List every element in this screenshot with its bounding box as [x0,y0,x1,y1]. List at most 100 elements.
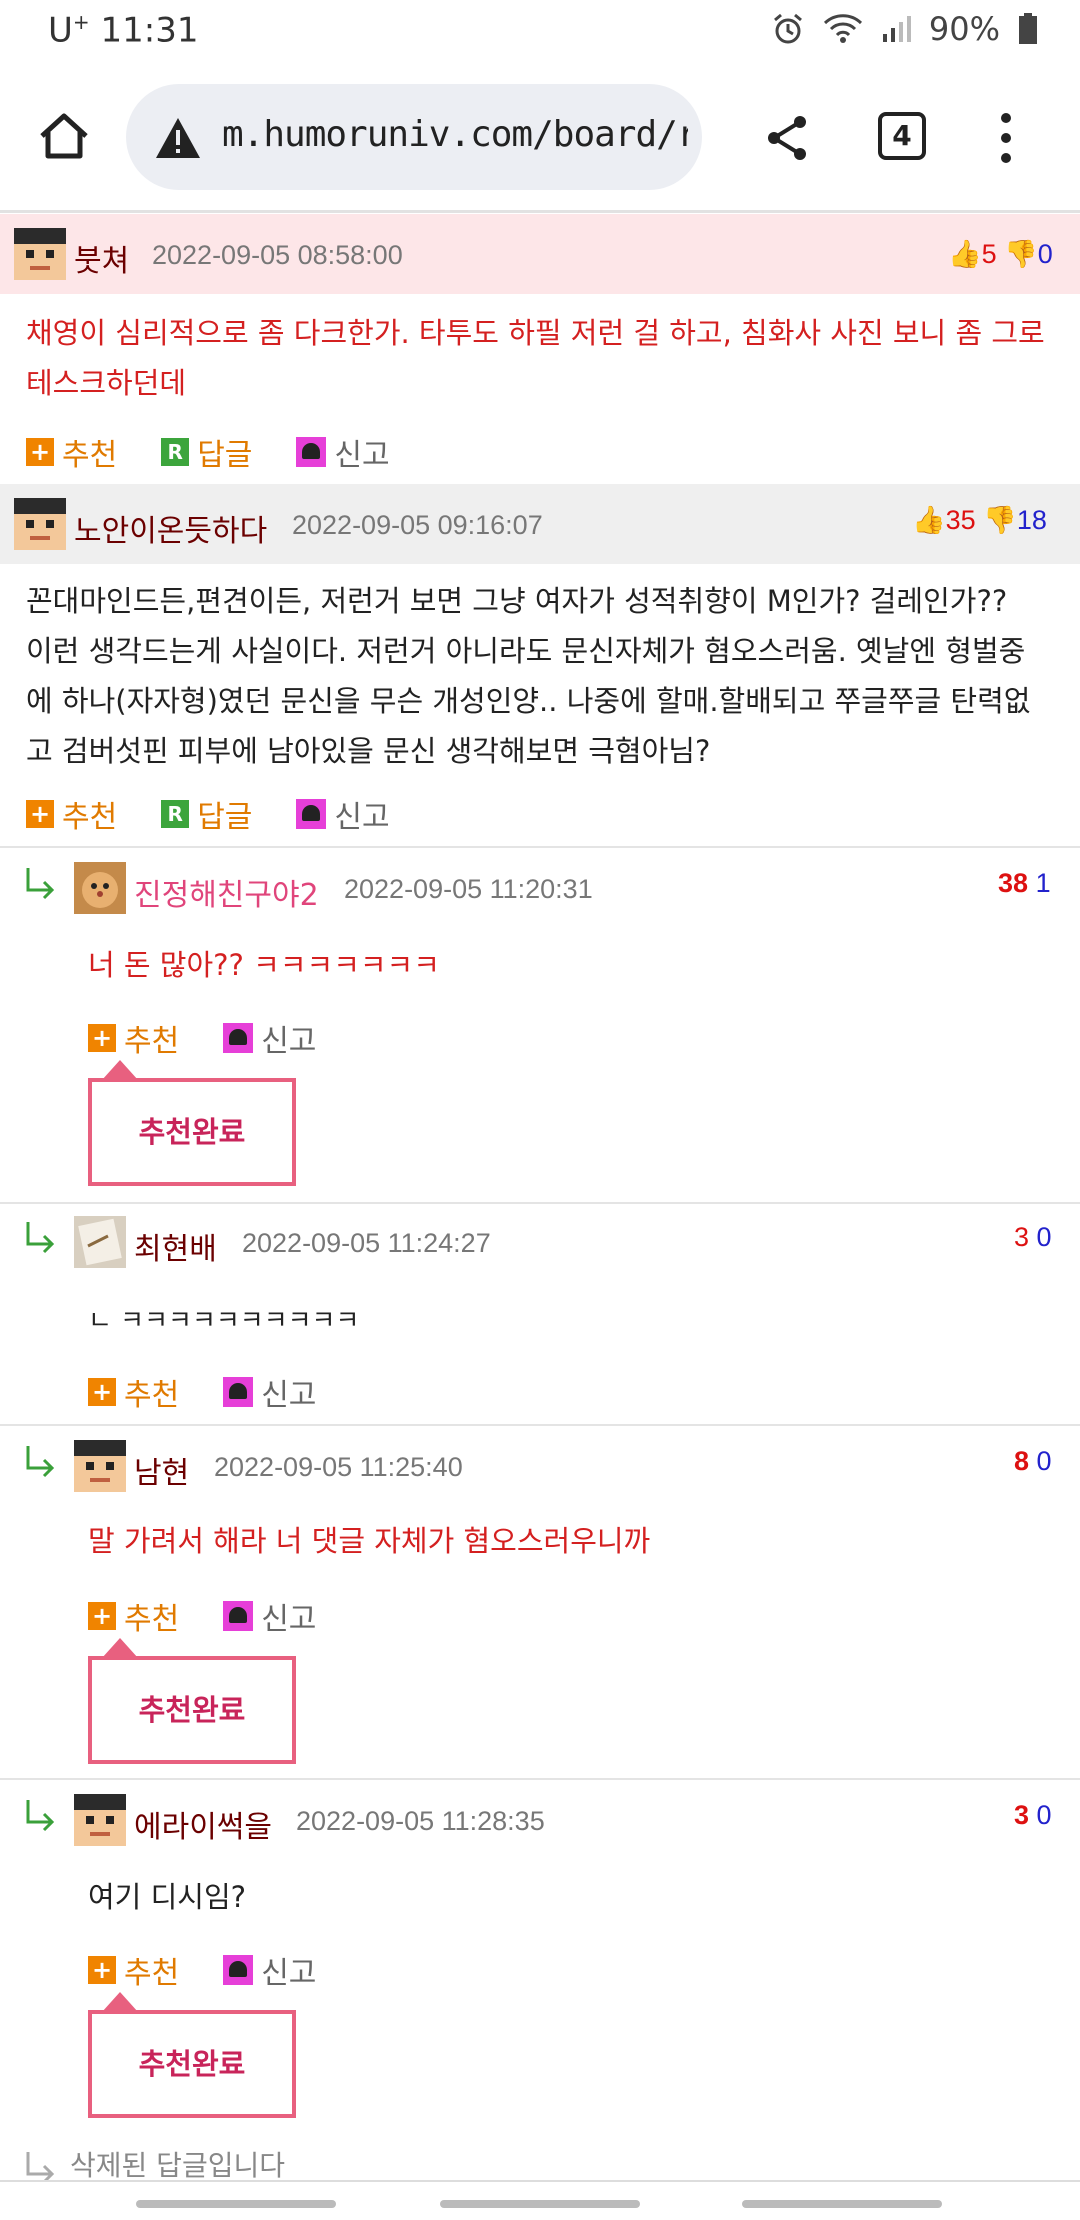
recommend-done-popup: 추천완료 [88,1992,296,2118]
separator [0,1202,1080,1204]
nav-pill[interactable] [440,2200,640,2208]
more-icon[interactable] [996,110,1016,166]
vote-counts: 3 0 [1014,1800,1052,1831]
comment-actions: + 추천 R 답글 신고 [26,430,434,474]
reply-author[interactable]: 최현배 [134,1224,217,1268]
plus-icon: + [88,1602,116,1630]
home-icon[interactable] [36,108,92,164]
report-button[interactable]: 신고 [223,1370,316,1414]
tabs-icon[interactable]: 4 [878,112,926,160]
siren-icon [223,1601,254,1631]
reply-date: 2022-09-05 11:25:40 [214,1452,463,1482]
thumbs-up-icon[interactable]: 👍 [912,505,946,535]
status-bar: U+ 11:31 90% [0,0,1080,62]
plus-icon: + [26,438,54,466]
recommend-button[interactable]: + 추천 [88,1948,179,1992]
recommend-button[interactable]: + 추천 [88,1016,179,1060]
share-icon[interactable] [764,114,812,162]
reply-date: 2022-09-05 11:28:35 [296,1806,545,1836]
upvote-count: 38 [998,868,1029,898]
signal-icon [881,14,911,44]
reply-author[interactable]: 진정해친구야2 [134,870,319,914]
downvote-count: 0 [1036,1222,1052,1252]
downvote-count: 0 [1036,1446,1052,1476]
reply-author[interactable]: 남현 [134,1448,189,1492]
report-button[interactable]: 신고 [223,1016,316,1060]
thumbs-up-icon[interactable]: 👍 [948,239,982,269]
comment-line: 꼰대마인드든,편견이든, 저런거 보면 그냥 여자가 성적취향이 M인가? 걸레… [26,584,1008,618]
upvote-count: 8 [1014,1446,1030,1476]
thumbs-down-icon[interactable]: 👎 [1004,239,1038,269]
avatar[interactable] [74,1440,126,1492]
upvote-count: 3 [1014,1800,1030,1830]
recommend-label: 추천 [124,1024,180,1059]
report-label: 신고 [334,800,390,835]
avatar[interactable] [74,862,126,914]
reply-author[interactable]: 에라이썩을 [134,1802,272,1846]
avatar[interactable] [74,1216,126,1268]
comment-line: 이런 생각드는게 사실이다. 저런거 아니라도 문신자체가 혐오스러움. 옛날엔… [26,634,1026,668]
upvote-count: 35 [945,505,976,535]
report-label: 신고 [261,1024,317,1059]
avatar[interactable] [14,498,66,550]
recommend-done-label: 추천완료 [138,2047,246,2081]
reply-button[interactable]: R 답글 [161,792,252,836]
reply-icon: R [161,438,190,466]
url-text[interactable]: m.humoruniv.com/board/re [222,114,688,155]
reply-icon: R [161,800,190,828]
reply-arrow-icon [24,1444,58,1478]
nav-pill[interactable] [136,2200,336,2208]
reply-arrow-icon [24,866,58,900]
plus-icon: + [26,800,54,828]
recommend-label: 추천 [62,438,118,473]
siren-icon [223,1023,254,1053]
reply-arrow-icon [24,1798,58,1832]
address-bar[interactable]: m.humoruniv.com/board/re [126,84,702,190]
warning-icon[interactable] [154,116,202,160]
recommend-button[interactable]: + 추천 [26,430,117,474]
avatar[interactable] [74,1794,126,1846]
recommend-done-label: 추천완료 [138,1115,246,1149]
reply-body: 말 가려서 해라 너 댓글 자체가 혐오스러우니까 [88,1524,651,1558]
report-button[interactable]: 신고 [223,1594,316,1638]
status-right: 90% [771,10,1038,48]
comment-actions: + 추천 R 답글 신고 [26,792,434,836]
reply-button[interactable]: R 답글 [161,430,252,474]
reply-body: 너 돈 많아?? ㅋㅋㅋㅋㅋㅋㅋ [88,948,440,982]
recommend-button[interactable]: + 추천 [26,792,117,836]
upvote-count: 5 [981,239,997,269]
siren-icon [296,799,327,829]
wifi-icon [823,13,863,45]
clock: 11:31 [100,10,199,51]
carrier: U [48,10,73,51]
vote-counts: 38 1 [998,868,1051,899]
report-button[interactable]: 신고 [296,792,390,836]
comment-author[interactable]: 붓쳐 [74,236,129,280]
comment-header: 붓쳐 2022-09-05 08:58:00 👍5 👎0 [0,214,1080,294]
reply-date: 2022-09-05 11:20:31 [344,874,593,904]
vote-counts: 👍35 👎18 [912,504,1047,536]
report-button[interactable]: 신고 [296,430,390,474]
status-left: U+ 11:31 [48,10,198,50]
recommend-button[interactable]: + 추천 [88,1594,179,1638]
report-button[interactable]: 신고 [223,1948,316,1992]
battery-percent: 90% [928,10,1000,48]
downvote-count: 0 [1037,239,1053,269]
downvote-count: 1 [1035,868,1051,898]
comment-line: 에 하나(자자형)였던 문신을 무슨 개성인양.. 나중에 할매.할배되고 쭈글… [26,684,1031,718]
vote-counts: 3 0 [1014,1222,1052,1253]
reply-actions: + 추천 신고 [88,1948,360,1992]
comment-header: 노안이온듯하다 2022-09-05 09:16:07 👍35 👎18 [0,484,1080,564]
comment-author[interactable]: 노안이온듯하다 [74,506,267,550]
reply-actions: + 추천 신고 [88,1594,360,1638]
reply-body: ㄴ ㅋㅋㅋㅋㅋㅋㅋㅋㅋㅋ [88,1306,360,1336]
comment-date: 2022-09-05 09:16:07 [292,510,543,540]
avatar[interactable] [14,228,66,280]
reply-arrow-icon [24,1220,58,1254]
thumbs-down-icon[interactable]: 👎 [983,505,1017,535]
recommend-button[interactable]: + 추천 [88,1370,179,1414]
recommend-label: 추천 [124,1602,180,1637]
nav-pill[interactable] [742,2200,942,2208]
reply-label: 답글 [197,438,253,473]
report-label: 신고 [334,438,390,473]
